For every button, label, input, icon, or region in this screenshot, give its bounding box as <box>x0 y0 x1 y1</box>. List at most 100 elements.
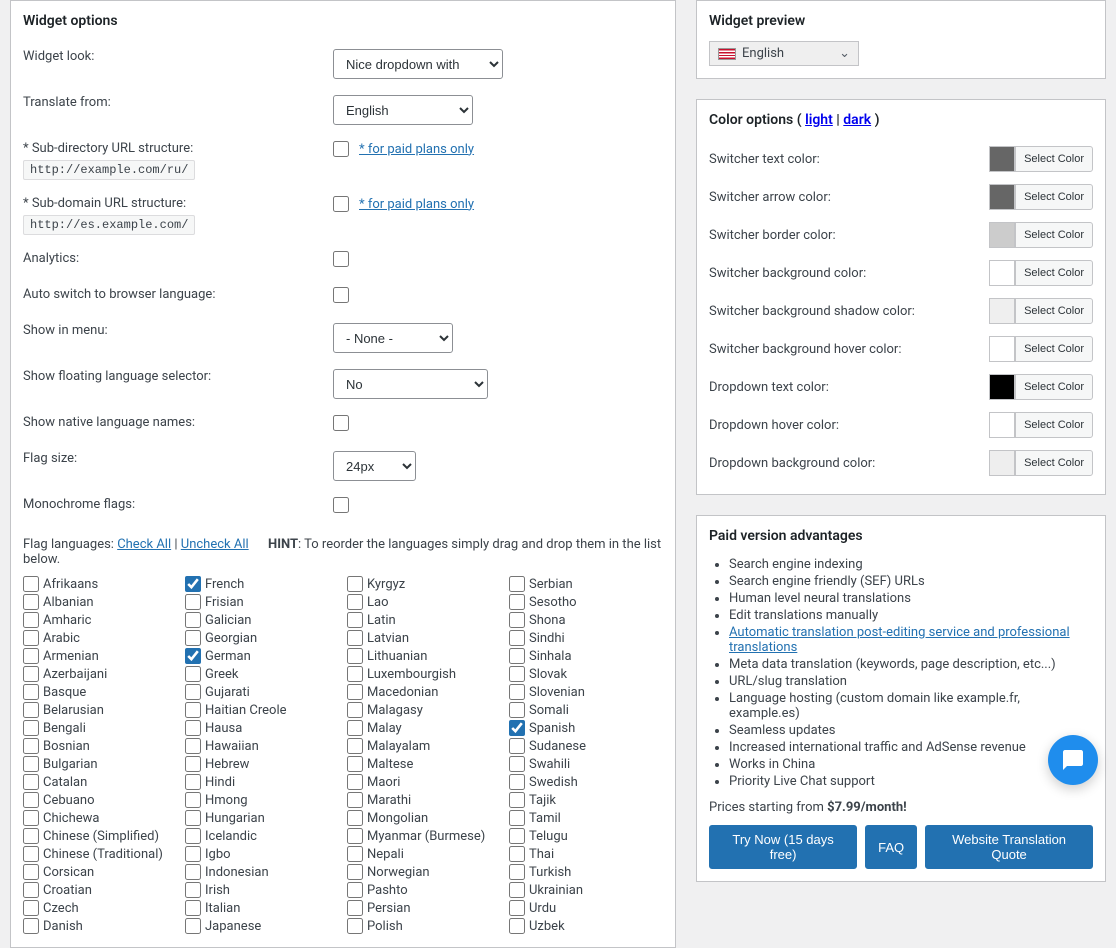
advantage-link[interactable]: Automatic translation post-editing servi… <box>729 625 1070 655</box>
color-swatch[interactable] <box>989 374 1015 400</box>
language-item[interactable]: Italian <box>185 899 339 917</box>
language-item[interactable]: Latvian <box>347 629 501 647</box>
color-swatch[interactable] <box>989 450 1015 476</box>
quote-button[interactable]: Website Translation Quote <box>925 825 1093 869</box>
show-in-menu-select[interactable]: - None - <box>333 323 453 353</box>
language-checkbox[interactable] <box>23 864 39 880</box>
monochrome-checkbox[interactable] <box>333 497 349 513</box>
language-checkbox[interactable] <box>347 810 363 826</box>
language-item[interactable]: Nepali <box>347 845 501 863</box>
language-checkbox[interactable] <box>185 792 201 808</box>
language-checkbox[interactable] <box>23 882 39 898</box>
language-checkbox[interactable] <box>509 738 525 754</box>
language-item[interactable]: Sindhi <box>509 629 663 647</box>
language-checkbox[interactable] <box>347 630 363 646</box>
show-native-checkbox[interactable] <box>333 415 349 431</box>
language-checkbox[interactable] <box>509 612 525 628</box>
language-item[interactable]: Frisian <box>185 593 339 611</box>
check-all-link[interactable]: Check All <box>117 537 171 552</box>
language-checkbox[interactable] <box>509 594 525 610</box>
language-item[interactable]: Hawaiian <box>185 737 339 755</box>
language-checkbox[interactable] <box>347 792 363 808</box>
language-checkbox[interactable] <box>23 846 39 862</box>
language-checkbox[interactable] <box>23 666 39 682</box>
language-checkbox[interactable] <box>509 900 525 916</box>
language-item[interactable]: Maltese <box>347 755 501 773</box>
language-item[interactable]: Hindi <box>185 773 339 791</box>
language-checkbox[interactable] <box>185 918 201 934</box>
language-item[interactable]: Gujarati <box>185 683 339 701</box>
language-checkbox[interactable] <box>185 702 201 718</box>
language-checkbox[interactable] <box>185 648 201 664</box>
language-checkbox[interactable] <box>23 612 39 628</box>
language-checkbox[interactable] <box>185 774 201 790</box>
language-item[interactable]: Chinese (Simplified) <box>23 827 177 845</box>
language-checkbox[interactable] <box>185 882 201 898</box>
language-checkbox[interactable] <box>347 594 363 610</box>
language-checkbox[interactable] <box>185 720 201 736</box>
language-item[interactable]: Igbo <box>185 845 339 863</box>
language-checkbox[interactable] <box>23 792 39 808</box>
language-checkbox[interactable] <box>509 576 525 592</box>
show-floating-select[interactable]: No <box>333 369 488 399</box>
language-item[interactable]: Belarusian <box>23 701 177 719</box>
language-item[interactable]: Arabic <box>23 629 177 647</box>
language-checkbox[interactable] <box>509 756 525 772</box>
language-checkbox[interactable] <box>23 810 39 826</box>
language-item[interactable]: Amharic <box>23 611 177 629</box>
dark-theme-link[interactable]: dark <box>843 112 871 128</box>
language-item[interactable]: Armenian <box>23 647 177 665</box>
language-item[interactable]: Persian <box>347 899 501 917</box>
language-checkbox[interactable] <box>185 576 201 592</box>
language-checkbox[interactable] <box>509 720 525 736</box>
language-item[interactable]: Maori <box>347 773 501 791</box>
language-item[interactable]: Ukrainian <box>509 881 663 899</box>
language-checkbox[interactable] <box>23 756 39 772</box>
language-item[interactable]: Afrikaans <box>23 575 177 593</box>
language-checkbox[interactable] <box>185 864 201 880</box>
language-item[interactable]: Cebuano <box>23 791 177 809</box>
preview-language-dropdown[interactable]: English ⌄ <box>709 41 859 66</box>
language-item[interactable]: Lao <box>347 593 501 611</box>
language-item[interactable]: Sesotho <box>509 593 663 611</box>
language-checkbox[interactable] <box>23 720 39 736</box>
language-item[interactable]: Malagasy <box>347 701 501 719</box>
color-swatch[interactable] <box>989 222 1015 248</box>
sub-dir-paid-link[interactable]: * for paid plans only <box>359 142 474 157</box>
language-checkbox[interactable] <box>347 720 363 736</box>
sub-dir-checkbox[interactable] <box>333 141 349 157</box>
language-checkbox[interactable] <box>509 630 525 646</box>
language-item[interactable]: Danish <box>23 917 177 935</box>
language-checkbox[interactable] <box>23 594 39 610</box>
language-checkbox[interactable] <box>185 594 201 610</box>
language-checkbox[interactable] <box>509 846 525 862</box>
language-item[interactable]: Lithuanian <box>347 647 501 665</box>
language-item[interactable]: Czech <box>23 899 177 917</box>
select-color-button[interactable]: Select Color <box>1015 184 1093 210</box>
language-checkbox[interactable] <box>185 756 201 772</box>
language-checkbox[interactable] <box>347 648 363 664</box>
select-color-button[interactable]: Select Color <box>1015 146 1093 172</box>
language-checkbox[interactable] <box>185 846 201 862</box>
language-item[interactable]: Corsican <box>23 863 177 881</box>
language-item[interactable]: Sinhala <box>509 647 663 665</box>
language-checkbox[interactable] <box>23 684 39 700</box>
language-item[interactable]: Tajik <box>509 791 663 809</box>
language-checkbox[interactable] <box>347 846 363 862</box>
language-item[interactable]: Turkish <box>509 863 663 881</box>
language-item[interactable]: Catalan <box>23 773 177 791</box>
language-item[interactable]: Albanian <box>23 593 177 611</box>
language-item[interactable]: Spanish <box>509 719 663 737</box>
language-checkbox[interactable] <box>185 828 201 844</box>
language-item[interactable]: German <box>185 647 339 665</box>
language-item[interactable]: French <box>185 575 339 593</box>
language-item[interactable]: Polish <box>347 917 501 935</box>
language-checkbox[interactable] <box>509 810 525 826</box>
language-checkbox[interactable] <box>509 864 525 880</box>
select-color-button[interactable]: Select Color <box>1015 222 1093 248</box>
uncheck-all-link[interactable]: Uncheck All <box>181 537 249 552</box>
language-checkbox[interactable] <box>185 666 201 682</box>
language-checkbox[interactable] <box>347 702 363 718</box>
select-color-button[interactable]: Select Color <box>1015 260 1093 286</box>
language-checkbox[interactable] <box>347 918 363 934</box>
